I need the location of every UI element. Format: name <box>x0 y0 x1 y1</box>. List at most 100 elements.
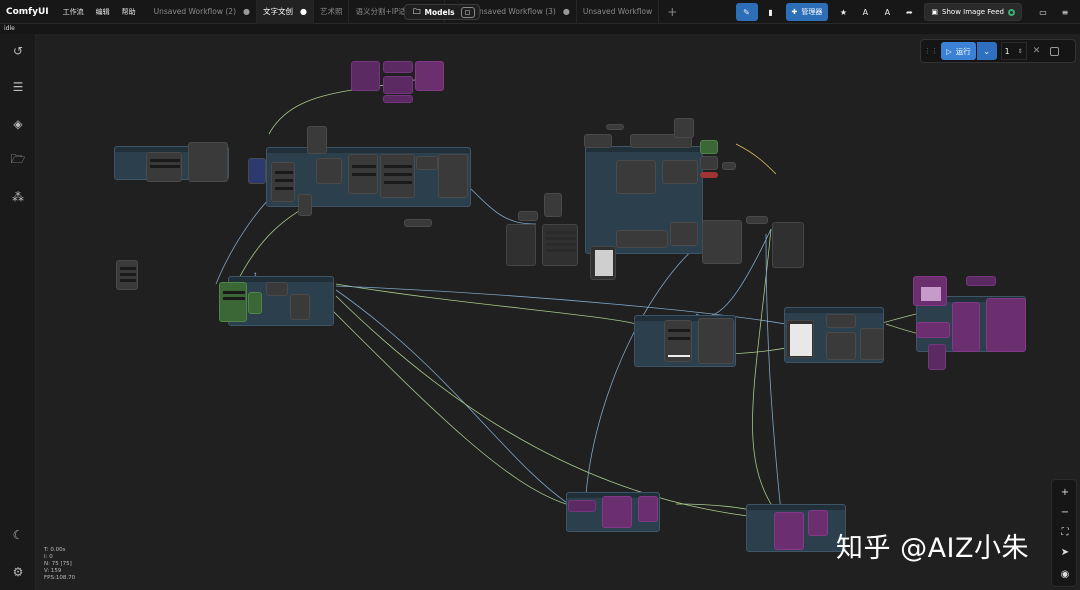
graph-node[interactable] <box>674 118 694 138</box>
moon-icon[interactable]: ☾ <box>10 527 26 543</box>
graph-node[interactable] <box>986 298 1026 352</box>
graph-node[interactable] <box>700 172 718 178</box>
show-image-feed-button[interactable]: ▣ Show Image Feed <box>924 3 1022 21</box>
tab-wenzi-wenchuang[interactable]: 文字文创 ● <box>256 0 314 24</box>
graph-node[interactable] <box>290 294 310 320</box>
run-button[interactable]: ▷ 运行 <box>941 42 976 60</box>
graph-node[interactable] <box>351 61 380 91</box>
graph-node[interactable] <box>383 61 413 73</box>
settings-gear-icon[interactable]: ⚙ <box>10 564 26 580</box>
graph-node[interactable] <box>638 496 658 522</box>
menu-workflow[interactable]: 工作流 <box>57 7 90 17</box>
graph-node[interactable] <box>606 124 624 130</box>
tab-unsaved-workflow[interactable]: Unsaved Workflow <box>577 0 660 24</box>
stepper-arrows-icon[interactable]: ⇕ <box>1018 48 1023 55</box>
graph-node[interactable] <box>952 302 980 352</box>
fit-view-icon[interactable]: ⛶ <box>1052 522 1078 542</box>
graph-canvas[interactable] <box>36 34 1080 590</box>
node-tree-icon[interactable]: ⁂ <box>10 189 26 205</box>
tab-yishuzhao[interactable]: 艺术照 <box>314 0 350 24</box>
tab-modified-dot-icon[interactable]: ● <box>563 7 570 16</box>
tab-modified-dot-icon[interactable]: ● <box>300 7 307 16</box>
batch-count-input[interactable]: 1 ⇕ <box>1000 42 1027 60</box>
graph-node[interactable] <box>808 510 828 536</box>
graph-node[interactable] <box>916 322 950 338</box>
graph-node[interactable] <box>670 222 698 246</box>
graph-node[interactable] <box>416 156 438 170</box>
history-icon[interactable]: ↺ <box>10 43 26 59</box>
graph-node[interactable] <box>188 142 228 182</box>
panel-toggle-icon[interactable]: ▭ <box>1034 3 1052 21</box>
toggle-links-eye-icon[interactable]: ◉ <box>1052 564 1078 584</box>
graph-node[interactable] <box>928 344 946 370</box>
menu-help[interactable]: 帮助 <box>116 7 142 17</box>
tab-modified-dot-icon[interactable]: ● <box>243 7 250 16</box>
graph-node[interactable] <box>662 160 698 184</box>
bookmark-icon[interactable]: ▮ <box>762 3 780 21</box>
graph-node[interactable] <box>664 320 692 362</box>
drag-handle-icon[interactable]: ⋮⋮ <box>924 47 938 55</box>
models-panel-button[interactable]: 🗀 Models ▢ <box>404 4 480 20</box>
graph-node[interactable] <box>772 222 804 268</box>
menu-edit[interactable]: 编辑 <box>90 7 116 17</box>
graph-node[interactable] <box>913 276 947 306</box>
graph-node[interactable] <box>266 282 288 296</box>
graph-node[interactable] <box>298 194 312 216</box>
star-icon[interactable]: ★ <box>834 3 852 21</box>
zoom-in-plus-icon[interactable]: + <box>1052 482 1078 502</box>
ai-letter-a-icon[interactable]: A <box>856 3 874 21</box>
graph-node[interactable] <box>383 76 413 94</box>
ai-letter-a-alt-icon[interactable]: A <box>878 3 896 21</box>
folder-open-icon[interactable]: 🗁 <box>10 152 26 168</box>
graph-node[interactable] <box>146 152 182 182</box>
graph-node[interactable] <box>271 162 295 202</box>
graph-node[interactable] <box>438 154 468 198</box>
graph-node[interactable] <box>860 328 884 360</box>
graph-node[interactable] <box>248 158 266 184</box>
graph-node[interactable] <box>966 276 996 286</box>
graph-node[interactable] <box>506 224 536 266</box>
graph-node[interactable] <box>544 193 562 217</box>
graph-node[interactable] <box>383 95 413 103</box>
graph-node[interactable] <box>826 332 856 360</box>
graph-node[interactable] <box>219 282 247 322</box>
graph-node[interactable] <box>568 500 596 512</box>
graph-node[interactable] <box>700 140 718 154</box>
stop-square-icon[interactable] <box>1050 46 1060 56</box>
clear-queue-close-icon[interactable]: ✕ <box>1033 46 1041 56</box>
image-preview-node[interactable] <box>590 246 616 280</box>
add-tab-plus-icon[interactable]: + <box>659 5 685 19</box>
graph-node[interactable] <box>616 160 656 194</box>
graph-node[interactable] <box>602 496 632 528</box>
graph-node[interactable] <box>722 162 736 170</box>
queue-list-icon[interactable]: ☰ <box>10 79 26 95</box>
select-pointer-icon[interactable]: ➤ <box>1052 542 1078 562</box>
image-preview-node[interactable] <box>786 320 814 358</box>
node-library-icon[interactable]: ▢ <box>460 6 475 18</box>
graph-node[interactable] <box>698 318 734 364</box>
brush-icon[interactable]: ✎ <box>735 3 758 21</box>
zoom-out-minus-icon[interactable]: − <box>1052 502 1078 522</box>
graph-node[interactable] <box>746 216 768 224</box>
hamburger-menu-icon[interactable]: ≡ <box>1056 3 1074 21</box>
tab-unsaved-workflow-2[interactable]: Unsaved Workflow (2) ● <box>148 0 257 24</box>
run-mode-chevron-down-icon[interactable]: ⌄ <box>976 42 997 60</box>
graph-node[interactable] <box>116 260 138 290</box>
graph-node[interactable] <box>702 220 742 264</box>
graph-node[interactable] <box>826 314 856 328</box>
graph-node[interactable] <box>307 126 327 154</box>
graph-node[interactable] <box>616 230 668 248</box>
graph-node[interactable] <box>542 224 578 266</box>
graph-node[interactable] <box>380 154 415 198</box>
graph-node[interactable] <box>700 156 718 170</box>
share-arrow-icon[interactable]: ➦ <box>900 3 918 21</box>
graph-node[interactable] <box>404 219 432 227</box>
graph-node[interactable] <box>316 158 342 184</box>
graph-node[interactable] <box>348 154 378 194</box>
manager-button[interactable]: ✚ 管理器 <box>785 3 829 21</box>
graph-node[interactable] <box>584 134 612 148</box>
graph-node[interactable] <box>774 512 804 550</box>
graph-node[interactable] <box>248 292 262 314</box>
graph-node[interactable] <box>415 61 444 91</box>
cube-icon[interactable]: ◈ <box>10 116 26 132</box>
